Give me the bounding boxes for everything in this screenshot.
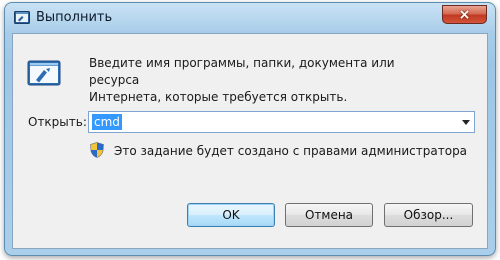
run-icon [14,11,30,24]
run-program-icon [27,60,61,86]
ok-button[interactable]: OK [187,203,275,227]
chevron-down-icon [462,119,470,125]
dialog-description: Введите имя программы, папки, документа … [89,55,429,106]
uac-shield-icon [90,142,104,158]
title-bar[interactable]: Выполнить × [5,3,495,33]
dropdown-button[interactable] [458,112,474,132]
admin-note: Это задание будет создано с правами адми… [114,144,468,158]
open-label: Открыть: [28,115,87,129]
close-button[interactable]: × [442,5,487,24]
browse-button[interactable]: Обзор... [384,203,473,227]
cancel-button[interactable]: Отмена [285,203,373,227]
open-input-value[interactable]: cmd [92,114,122,130]
close-icon: × [458,6,471,23]
run-dialog-window: Выполнить × Введите имя программы, папки… [4,2,496,256]
dialog-body: Введите имя программы, папки, документа … [12,33,488,249]
description-line-2: Интернета, которые требуется открыть. [89,90,348,104]
window-title: Выполнить [36,10,113,25]
description-line-1: Введите имя программы, папки, документа … [89,56,395,87]
open-combobox[interactable]: cmd [88,111,475,133]
